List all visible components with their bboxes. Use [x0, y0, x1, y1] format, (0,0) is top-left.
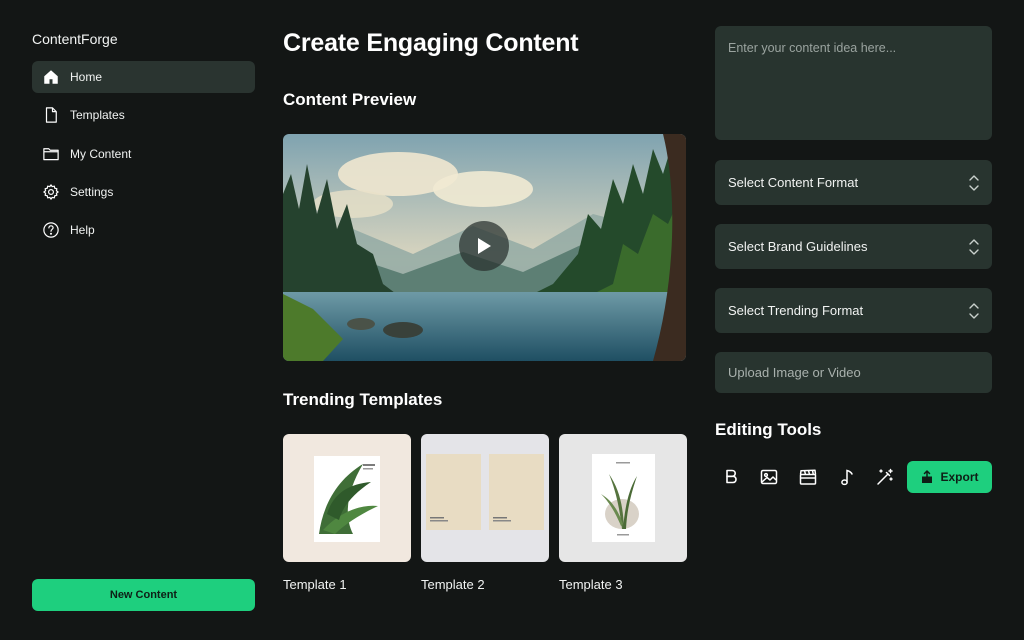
sidebar-item-help[interactable]: Help: [32, 214, 255, 246]
sidebar-item-my-content[interactable]: My Content: [32, 138, 255, 170]
select-label: Select Brand Guidelines: [728, 239, 868, 254]
sidebar-item-label: Help: [70, 223, 95, 238]
select-label: Select Trending Format: [728, 303, 864, 318]
clapperboard-icon[interactable]: [798, 467, 818, 487]
content-preview-video[interactable]: [283, 134, 686, 361]
chevron-up-down-icon: [969, 174, 979, 191]
home-icon: [42, 68, 60, 86]
template-label: Template 2: [421, 577, 485, 592]
play-button[interactable]: [459, 221, 509, 271]
editing-tools-title: Editing Tools: [715, 420, 822, 439]
template-thumbnail: [559, 434, 687, 562]
sidebar-nav: Home Templates My Content Settings Help: [32, 61, 255, 252]
music-note-icon[interactable]: [837, 467, 857, 487]
template-label: Template 3: [559, 577, 623, 592]
new-content-button[interactable]: New Content: [32, 579, 255, 611]
sidebar: ContentForge Home Templates My Content S…: [0, 0, 270, 640]
sidebar-item-label: Home: [70, 70, 103, 84]
sidebar-item-home[interactable]: Home: [32, 61, 255, 93]
export-button[interactable]: Export: [907, 461, 992, 493]
sidebar-item-label: My Content: [70, 146, 132, 161]
template-label: Template 1: [283, 577, 347, 592]
gear-icon: [42, 183, 60, 201]
trending-templates-title: Trending Templates: [283, 390, 443, 409]
help-circle-icon: [42, 221, 60, 239]
content-preview-title: Content Preview: [283, 90, 417, 109]
sidebar-item-settings[interactable]: Settings: [32, 176, 255, 208]
sidebar-item-label: Settings: [70, 184, 114, 199]
export-label: Export: [940, 470, 979, 484]
content-format-select[interactable]: Select Content Format: [715, 160, 992, 205]
template-thumbnail: [421, 434, 549, 562]
folder-icon: [42, 145, 60, 163]
sidebar-item-templates[interactable]: Templates: [32, 99, 255, 131]
magic-wand-icon[interactable]: [875, 467, 895, 487]
chevron-up-down-icon: [969, 238, 979, 255]
template-card-1[interactable]: Template 1: [283, 434, 411, 592]
brand-guidelines-select[interactable]: Select Brand Guidelines: [715, 224, 992, 269]
sidebar-item-label: Templates: [70, 108, 125, 123]
upload-media-field[interactable]: Upload Image or Video: [715, 352, 992, 393]
export-icon: [922, 470, 933, 483]
editing-toolbar: Export: [715, 461, 992, 493]
image-icon[interactable]: [759, 467, 779, 487]
bold-icon[interactable]: [721, 467, 741, 487]
content-idea-input[interactable]: [715, 26, 992, 140]
select-label: Select Content Format: [728, 175, 859, 190]
brand-name: ContentForge: [32, 31, 118, 47]
template-list: Template 1 Template 2 Template 3: [283, 434, 687, 594]
template-card-3[interactable]: Template 3: [559, 434, 687, 592]
play-icon: [478, 238, 491, 254]
template-card-2[interactable]: Template 2: [421, 434, 549, 592]
template-thumbnail: [283, 434, 411, 562]
file-icon: [42, 106, 60, 124]
page-title: Create Engaging Content: [283, 29, 579, 57]
chevron-up-down-icon: [969, 302, 979, 319]
trending-format-select[interactable]: Select Trending Format: [715, 288, 992, 333]
